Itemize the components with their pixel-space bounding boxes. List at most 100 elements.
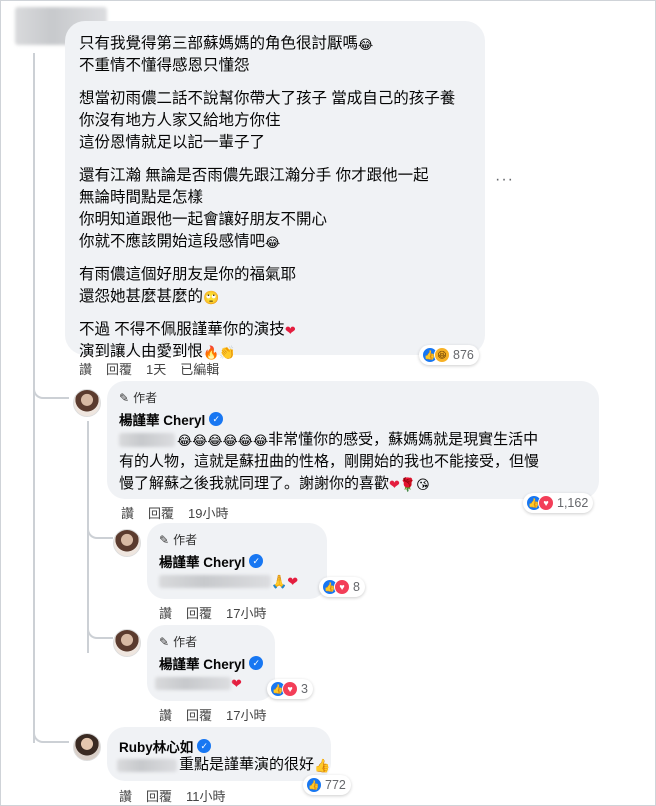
reply-reaction-chip[interactable]: 👍 ♥ 1,162 [523,493,594,513]
reply-button[interactable]: 回覆 [148,503,174,522]
thread-connector [87,521,113,539]
line: 不過 不得不佩服謹華你的演技 [79,321,285,338]
reply-button[interactable]: 回覆 [186,705,212,724]
laughing-emoji-icon: 😂 [358,37,374,52]
line: 無論時間點是怎樣 [79,189,204,206]
reply-text: 😂😂😂😂😂😂 非常懂你的感受，蘇媽媽就是現實生活中 有的人物，這就是蘇扭曲的性格… [119,429,593,495]
verified-badge-icon: ✓ [197,739,212,753]
line: 有的人物，這就是蘇扭曲的性格，剛開始的我也不能接受，但慢 [119,453,540,470]
thread-connector [33,723,69,743]
thumbs-up-emoji-icon: 👍 [314,757,331,773]
reply-reaction-chip[interactable]: 👍 ♥ 8 [319,577,365,597]
love-reaction-icon: ♥ [282,681,298,697]
redacted-mention [155,677,231,690]
comment-thread-frame: 只有我覺得第三部蘇媽媽的角色很討厭嗎😂 不重情不懂得感恩只懂怨 想當初雨儂二話不… [0,0,656,806]
main-comment-bubble: 只有我覺得第三部蘇媽媽的角色很討厭嗎😂 不重情不懂得感恩只懂怨 想當初雨儂二話不… [65,21,485,360]
author-label: 作者 [173,635,198,649]
laughing-emoji-icon: 😂😂😂😂😂😂 [177,432,269,448]
reaction-count: 8 [353,580,360,594]
paragraph-4: 有雨儂這個好朋友是你的福氣耶 還怨她甚麼甚麼的🙄 [79,264,479,308]
reaction-count: 876 [453,348,474,362]
commenter-name[interactable]: 楊謹華 Cheryl ✓ [159,653,264,673]
timestamp[interactable]: 17小時 [226,705,266,724]
thread-line [87,421,89,653]
main-comment-text: 只有我覺得第三部蘇媽媽的角色很討厭嗎😂 不重情不懂得感恩只懂怨 想當初雨儂二話不… [79,33,479,374]
reply-button[interactable]: 回覆 [186,603,212,622]
thread-connector [33,379,69,399]
timestamp[interactable]: 11小時 [186,786,226,805]
name-text: Ruby林心如 [119,740,194,755]
redacted-mention [159,575,271,588]
author-badge: ✎ 作者 [119,389,157,406]
rolling-eyes-emoji-icon: 🙄 [203,290,220,305]
reply-text: 重點是謹華演的很好 👍 [117,754,330,776]
author-label: 作者 [133,391,158,405]
line: 還怨她甚麼甚麼的 [79,288,204,305]
verified-badge-icon: ✓ [249,656,264,670]
commenter-name[interactable]: 楊謹華 Cheryl ✓ [119,409,224,429]
pen-icon: ✎ [159,634,170,649]
avatar[interactable] [113,629,141,657]
commenter-name[interactable]: Ruby林心如 ✓ [119,736,212,756]
haha-reaction-icon: 😆 [434,347,450,363]
like-reaction-icon: 👍 [306,777,322,793]
heart-emoji-icon: ❤ [231,676,242,691]
name-text: 楊謹華 Cheryl [159,555,246,570]
verified-badge-icon: ✓ [249,554,264,568]
edited-label: 已編輯 [180,362,220,377]
fire-emoji-icon: 🔥 [203,345,220,360]
redacted-mention [117,758,177,772]
paragraph-3: 還有江瀚 無論是否雨儂先跟江瀚分手 你才跟他一起 無論時間點是怎樣 你明知道跟他… [79,165,479,253]
pen-icon: ✎ [159,532,170,547]
author-badge: ✎ 作者 [159,531,197,548]
line: 非常懂你的感受，蘇媽媽就是現實生活中 [268,431,539,448]
avatar[interactable] [73,389,101,417]
reply-reaction-chip[interactable]: 👍 ♥ 3 [267,679,313,699]
reaction-count: 1,162 [557,496,589,510]
love-reaction-icon: ♥ [538,495,554,511]
line: 有雨儂這個好朋友是你的福氣耶 [79,266,297,283]
line: 這份恩情就足以記一輩子了 [79,134,266,151]
reply-bubble: Ruby林心如 ✓ 重點是謹華演的很好 👍 [107,727,331,781]
reply-button[interactable]: 回覆 [146,786,172,805]
avatar[interactable] [73,733,101,761]
line: 還有江瀚 無論是否雨儂先跟江瀚分手 你才跟他一起 [79,167,429,184]
line: 慢了解蘇之後我就同理了。謝謝你的喜歡 [119,475,390,492]
line: 不重情不懂得感恩只懂怨 [79,57,250,74]
pray-emoji-icon: 🙏 [271,574,288,589]
reply-text: ❤ [155,677,242,690]
thread-line [33,53,35,743]
love-reaction-icon: ♥ [334,579,350,595]
like-button[interactable]: 讚 [119,786,132,805]
timestamp[interactable]: 1天 [146,359,166,378]
reply-actions: 讚 回覆 11小時 [119,786,226,805]
reply-button[interactable]: 回覆 [106,359,132,378]
reply-reaction-chip[interactable]: 👍 772 [303,775,351,795]
paragraph-1: 只有我覺得第三部蘇媽媽的角色很討厭嗎😂 不重情不懂得感恩只懂怨 [79,33,479,77]
line: 你沒有地方人家又給地方你住 [79,112,281,129]
kiss-emoji-icon: 😘 [416,477,430,492]
main-comment-actions: 讚 回覆 1天 已編輯 [79,359,219,378]
line: 演到讓人由愛到恨 [79,343,204,360]
author-badge: ✎ 作者 [159,633,197,650]
timestamp[interactable]: 17小時 [226,603,266,622]
avatar[interactable] [113,529,141,557]
main-reaction-chip[interactable]: 👍 😆 876 [419,345,479,365]
commenter-name[interactable]: 楊謹華 Cheryl ✓ [159,551,264,571]
like-button[interactable]: 讚 [79,359,92,378]
reply-bubble: ✎ 作者 楊謹華 Cheryl ✓ 😂😂😂😂😂😂 非常懂你的感受，蘇媽媽就是現實… [107,381,599,499]
paragraph-2: 想當初雨儂二話不說幫你帶大了孩子 當成自己的孩子養 你沒有地方人家又給地方你住 … [79,88,479,154]
line: 你就不應該開始這段感情吧 [79,233,266,250]
like-button[interactable]: 讚 [121,503,134,522]
line: 重點是謹華演的很好 [179,756,315,773]
author-label: 作者 [173,533,198,547]
timestamp[interactable]: 19小時 [188,503,228,522]
verified-badge-icon: ✓ [209,412,224,426]
like-button[interactable]: 讚 [159,705,172,724]
clap-emoji-icon: 👏 [219,345,236,360]
name-text: 楊謹華 Cheryl [119,413,206,428]
laughing-emoji-icon: 😂 [265,235,281,250]
heart-emoji-icon: ❤ [287,574,299,589]
more-options-icon[interactable]: ··· [495,171,514,189]
like-button[interactable]: 讚 [159,603,172,622]
